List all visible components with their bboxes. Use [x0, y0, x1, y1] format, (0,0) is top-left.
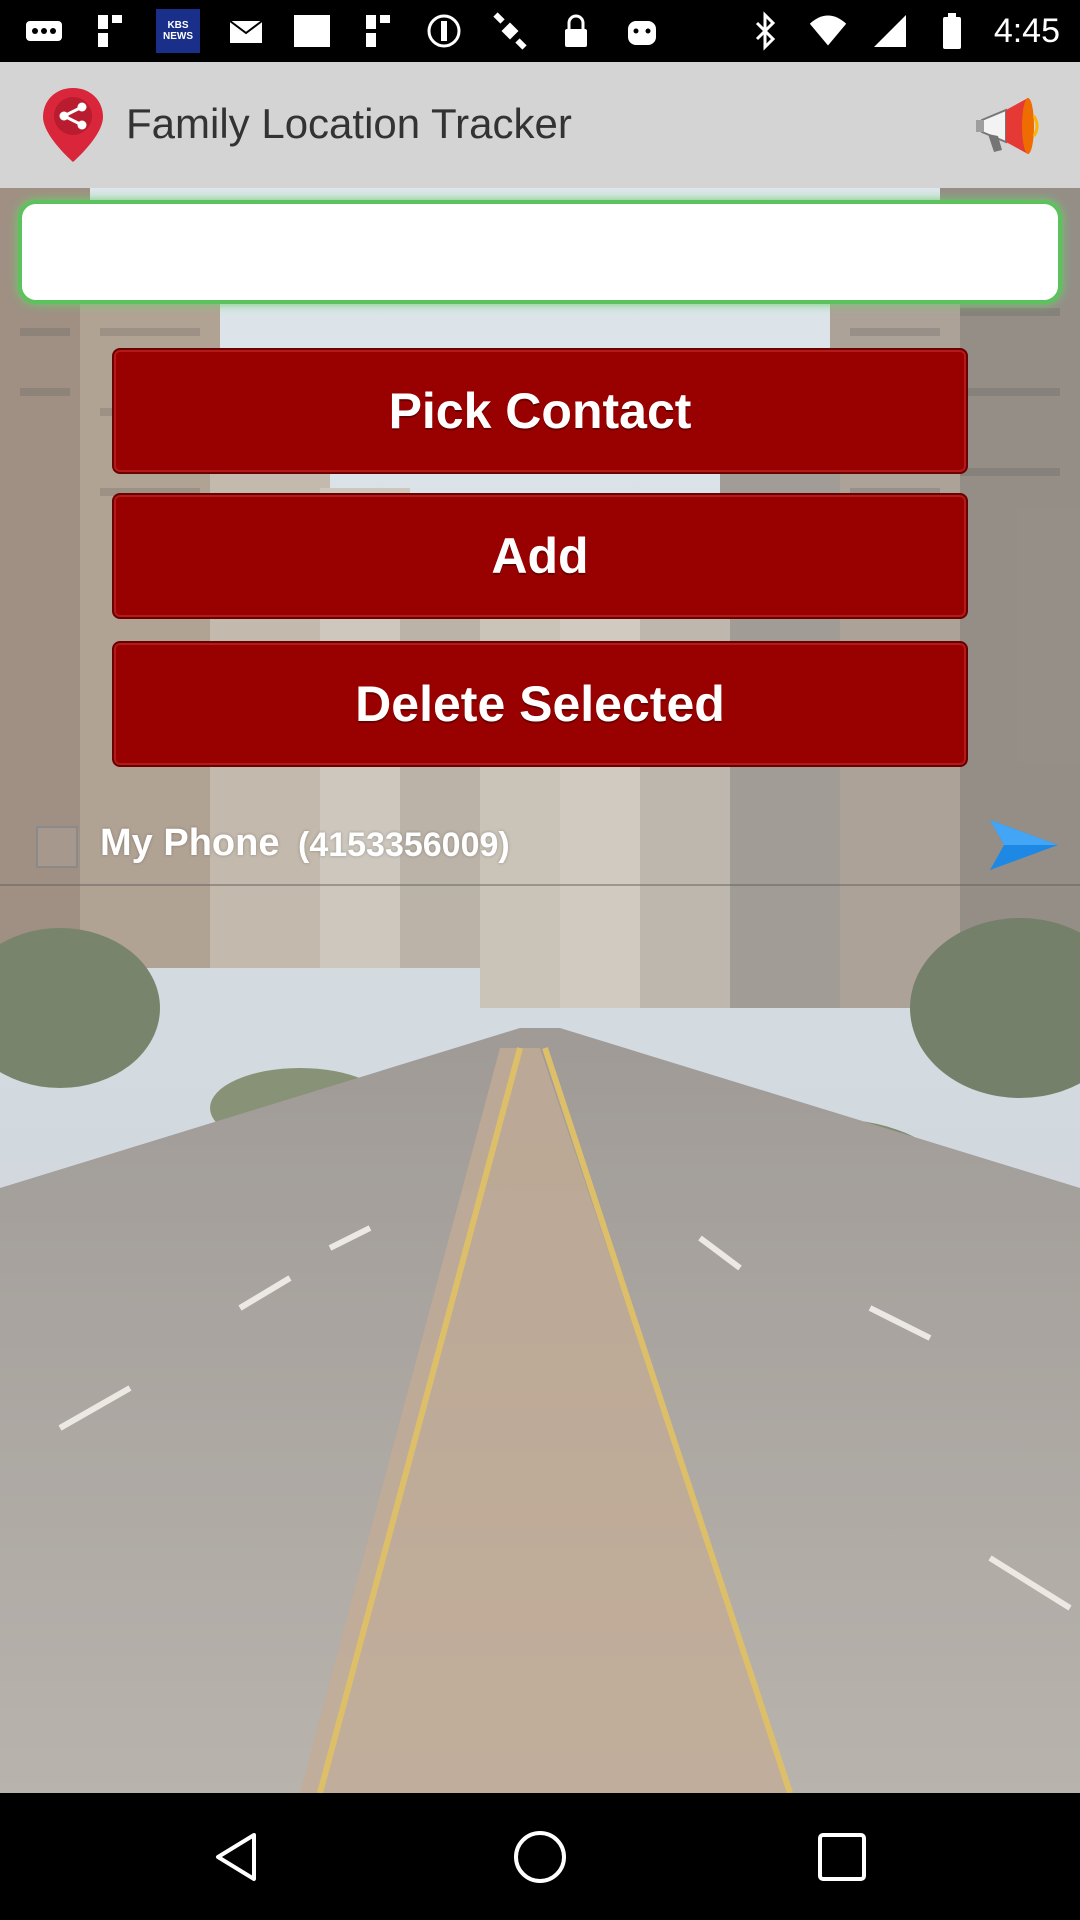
- add-button[interactable]: Add: [112, 493, 968, 619]
- contact-name: My Phone: [100, 822, 280, 864]
- pick-contact-button[interactable]: Pick Contact: [112, 348, 968, 474]
- notification-icons: KBS NEWS: [24, 0, 662, 62]
- news-label: NEWS: [163, 31, 193, 42]
- android-icon: [622, 11, 662, 51]
- share-location-icon[interactable]: [40, 86, 106, 164]
- battery-icon: [932, 11, 972, 51]
- fake-gps-icon: [358, 11, 398, 51]
- lock-icon: [556, 11, 596, 51]
- more-icon: [24, 11, 64, 51]
- contact-row[interactable]: My Phone (4153356009): [0, 808, 1080, 886]
- app-bar: Family Location Tracker: [0, 62, 1080, 188]
- back-icon[interactable]: [200, 1821, 272, 1893]
- clock: 4:45: [993, 11, 1060, 50]
- kbs-news-icon: KBS NEWS: [156, 9, 200, 53]
- bluetooth-icon: [746, 11, 786, 51]
- phone-number-input-box[interactable]: [18, 200, 1062, 304]
- home-icon[interactable]: [504, 1821, 576, 1893]
- megaphone-icon[interactable]: [972, 90, 1044, 162]
- contact-phone: (4153356009): [298, 826, 510, 864]
- fake-gps-icon: [90, 11, 130, 51]
- navigation-bar: [0, 1793, 1080, 1920]
- wifi-icon: [808, 11, 848, 51]
- app-title: Family Location Tracker: [126, 100, 572, 147]
- phone-number-input[interactable]: [22, 204, 1058, 300]
- main-content: Pick Contact Add Delete Selected My Phon…: [0, 188, 1080, 1793]
- system-status: 4:45: [746, 0, 1060, 62]
- status-bar: KBS NEWS 4:45: [0, 0, 1080, 62]
- signal-icon: [870, 11, 910, 51]
- mail-icon: [226, 11, 266, 51]
- satellite-icon: [490, 11, 530, 51]
- block-icon: [424, 11, 464, 51]
- send-arrow-icon[interactable]: [988, 818, 1060, 872]
- kbs-label: KBS: [167, 20, 189, 31]
- contact-checkbox[interactable]: [36, 826, 78, 868]
- recents-icon[interactable]: [806, 1821, 878, 1893]
- blank-icon: [292, 11, 332, 51]
- delete-selected-button[interactable]: Delete Selected: [112, 641, 968, 767]
